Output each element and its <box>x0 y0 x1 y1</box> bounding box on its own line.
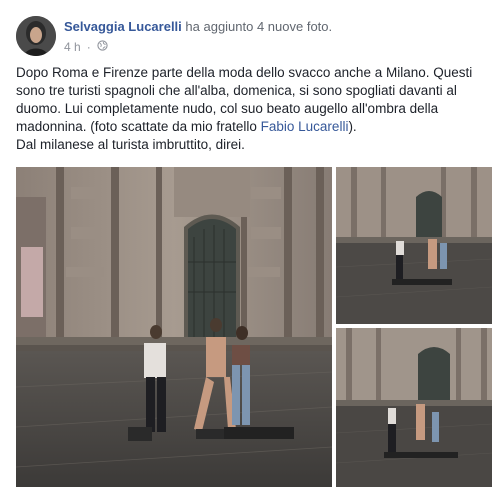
avatar[interactable] <box>16 16 56 56</box>
post-text: Dopo Roma e Firenze parte della moda del… <box>16 64 486 154</box>
facebook-post: Selvaggia Lucarelli ha aggiunto 4 nuove … <box>0 0 500 487</box>
post-text-line: sono tre turisti spagnoli che all'alba, … <box>16 83 457 98</box>
globe-icon <box>97 40 108 54</box>
post-text-segment: ). <box>348 119 357 134</box>
meta-separator: · <box>86 40 91 54</box>
post-photo-secondary[interactable] <box>336 167 492 324</box>
post-text-line: Dopo Roma e Firenze parte della moda del… <box>16 65 473 80</box>
post-action-text: ha aggiunto 4 nuove foto. <box>185 19 333 34</box>
post-text-line: duomo. Lui completamente nudo, col suo b… <box>16 101 439 116</box>
post-header: Selvaggia Lucarelli ha aggiunto 4 nuove … <box>64 19 332 34</box>
post-meta: 4 h · <box>64 40 108 54</box>
post-photo-secondary[interactable] <box>336 328 492 487</box>
post-text-line: Dal milanese al turista imbruttito, dire… <box>16 137 245 152</box>
tagged-person-link[interactable]: Fabio Lucarelli <box>261 119 349 134</box>
post-timestamp[interactable]: 4 h <box>64 40 81 54</box>
post-text-segment: madonnina. (foto scattate da mio fratell… <box>16 119 261 134</box>
post-text-line: madonnina. (foto scattate da mio fratell… <box>16 118 486 136</box>
author-name[interactable]: Selvaggia Lucarelli <box>64 19 182 34</box>
post-photo-main[interactable] <box>16 167 332 487</box>
